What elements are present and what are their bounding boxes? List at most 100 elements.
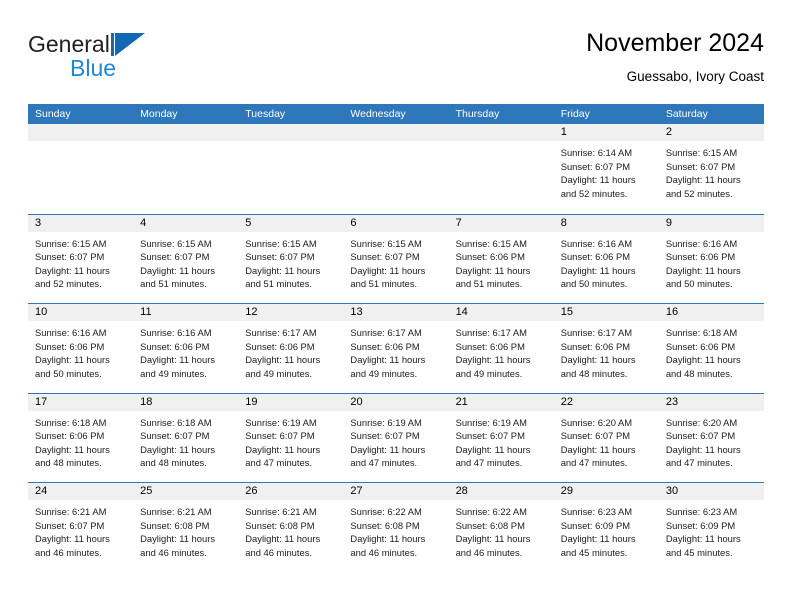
day-info-line: Daylight: 11 hours: [560, 264, 636, 276]
weekday-header-row: Sunday Monday Tuesday Wednesday Thursday Frid…: [28, 104, 764, 124]
day-number: 23: [658, 393, 764, 411]
day-number: 25: [133, 483, 239, 500]
calendar-day-cell[interactable]: 17 Sunrise: 6:18 AM Sunset: 6:06 PM Dayligh…: [28, 393, 134, 482]
day-info-line: Sunrise: 6:17 AM: [245, 327, 317, 338]
weekday-header-saturday: Saturday: [665, 108, 708, 120]
calendar-day-cell[interactable]: 23 Sunrise: 6:20 AM Sunset: 6:07 PM Dayligh…: [658, 393, 764, 482]
calendar-week-row: 3 Sunrise: 6:15 AM Sunset: 6:07 PM Daylight…: [28, 213, 764, 303]
calendar-day-cell[interactable]: 16 Sunrise: 6:18 AM Sunset: 6:06 PM Dayligh…: [658, 304, 764, 393]
day-info-line: Daylight: 11 hours: [455, 264, 531, 276]
day-info-line: and 50 minutes.: [560, 278, 628, 290]
day-info-line: and 52 minutes.: [560, 187, 628, 199]
day-info-line: Sunset: 6:07 PM: [560, 160, 631, 172]
day-number: 24: [28, 483, 134, 500]
brand-logo[interactable]: General Blue: [28, 32, 208, 90]
day-sun-info: Sunrise: 6:19 AM Sunset: 6:07 PM Daylight:…: [238, 411, 343, 470]
calendar-day-cell[interactable]: 25 Sunrise: 6:21 AM Sunset: 6:08 PM Dayligh…: [133, 483, 239, 572]
calendar-day-cell[interactable]: 1 Sunrise: 6:14 AM Sunset: 6:07 PM Daylight…: [553, 124, 659, 214]
calendar-day-cell[interactable]: 7 Sunrise: 6:15 AM Sunset: 6:06 PM Daylight…: [448, 214, 554, 303]
day-info-line: Sunset: 6:07 PM: [140, 430, 210, 442]
day-number: [448, 124, 554, 141]
day-info-line: Daylight: 11 hours: [455, 443, 531, 455]
day-info-line: Sunset: 6:06 PM: [350, 340, 420, 352]
day-info-line: Sunrise: 6:16 AM: [560, 237, 633, 249]
day-sun-info: Sunrise: 6:15 AM Sunset: 6:07 PM Daylight:…: [238, 232, 343, 291]
calendar-day-cell[interactable]: 26 Sunrise: 6:21 AM Sunset: 6:08 PM Dayligh…: [238, 483, 344, 572]
day-info-line: Daylight: 11 hours: [350, 533, 426, 545]
calendar-day-cell[interactable]: 21 Sunrise: 6:19 AM Sunset: 6:07 PM Dayligh…: [448, 393, 554, 482]
day-info-line: Sunset: 6:07 PM: [455, 430, 525, 442]
calendar-day-cell[interactable]: 29 Sunrise: 6:23 AM Sunset: 6:09 PM Dayligh…: [553, 483, 659, 572]
calendar-day-cell[interactable]: 2 Sunrise: 6:15 AM Sunset: 6:07 PM Daylight…: [658, 124, 764, 214]
day-number: 30: [658, 483, 764, 500]
day-info-line: Sunset: 6:06 PM: [35, 340, 105, 352]
page-header: General Blue November 2024 Guessabo, Ivo…: [28, 28, 764, 96]
calendar-day-cell[interactable]: 12 Sunrise: 6:17 AM Sunset: 6:06 PM Dayligh…: [238, 304, 344, 393]
calendar-page: General Blue November 2024 Guessabo, Ivo…: [0, 0, 792, 612]
day-info-line: Sunset: 6:07 PM: [665, 160, 736, 172]
day-info-line: and 51 minutes.: [455, 278, 523, 290]
day-info-line: Daylight: 11 hours: [35, 533, 110, 545]
weekday-header-thursday: Thursday: [455, 108, 500, 120]
day-info-line: and 52 minutes.: [665, 187, 733, 199]
calendar-day-cell[interactable]: 22 Sunrise: 6:20 AM Sunset: 6:07 PM Dayligh…: [553, 393, 659, 482]
calendar-day-cell[interactable]: 13 Sunrise: 6:17 AM Sunset: 6:06 PM Dayligh…: [343, 304, 449, 393]
day-info-line: Sunset: 6:09 PM: [665, 519, 736, 531]
day-info-line: and 45 minutes.: [665, 546, 733, 558]
calendar-day-cell[interactable]: 20 Sunrise: 6:19 AM Sunset: 6:07 PM Dayligh…: [343, 393, 449, 482]
day-info-line: Daylight: 11 hours: [350, 354, 426, 366]
calendar-day-cell-empty: [448, 124, 554, 214]
day-number: 2: [658, 124, 764, 141]
day-number: 4: [133, 214, 239, 232]
calendar-day-cell[interactable]: 27 Sunrise: 6:22 AM Sunset: 6:08 PM Dayligh…: [343, 483, 449, 572]
day-number: 1: [553, 124, 659, 141]
calendar-day-cell[interactable]: 4 Sunrise: 6:15 AM Sunset: 6:07 PM Daylight…: [133, 214, 239, 303]
day-info-line: and 49 minutes.: [350, 367, 418, 379]
day-info-line: Sunrise: 6:15 AM: [350, 237, 422, 249]
calendar-day-cell[interactable]: 28 Sunrise: 6:22 AM Sunset: 6:08 PM Dayligh…: [448, 483, 554, 572]
day-info-line: and 47 minutes.: [245, 457, 312, 469]
day-number: 21: [448, 393, 554, 411]
day-info-line: and 48 minutes.: [35, 457, 102, 469]
day-info-line: and 47 minutes.: [665, 457, 733, 469]
calendar-day-cell-empty: [133, 124, 239, 214]
day-number: 8: [553, 214, 659, 232]
day-number: 10: [28, 304, 134, 321]
day-info-line: and 46 minutes.: [140, 546, 207, 558]
calendar-day-cell[interactable]: 6 Sunrise: 6:15 AM Sunset: 6:07 PM Daylight…: [343, 214, 449, 303]
day-sun-info: Sunrise: 6:16 AM Sunset: 6:06 PM Daylight:…: [659, 232, 764, 291]
day-info-line: Sunrise: 6:18 AM: [35, 416, 107, 428]
calendar-day-cell[interactable]: 15 Sunrise: 6:17 AM Sunset: 6:06 PM Dayligh…: [553, 304, 659, 393]
calendar-day-cell[interactable]: 19 Sunrise: 6:19 AM Sunset: 6:07 PM Dayligh…: [238, 393, 344, 482]
calendar-day-cell[interactable]: 10 Sunrise: 6:16 AM Sunset: 6:06 PM Dayligh…: [28, 304, 134, 393]
day-number: 29: [553, 483, 659, 500]
day-info-line: and 46 minutes.: [455, 546, 523, 558]
calendar-day-cell[interactable]: 14 Sunrise: 6:17 AM Sunset: 6:06 PM Dayligh…: [448, 304, 554, 393]
calendar-day-cell[interactable]: 11 Sunrise: 6:16 AM Sunset: 6:06 PM Dayligh…: [133, 304, 239, 393]
day-sun-info: Sunrise: 6:16 AM Sunset: 6:06 PM Daylight:…: [28, 321, 133, 380]
day-sun-info: Sunrise: 6:20 AM Sunset: 6:07 PM Daylight:…: [554, 411, 659, 470]
calendar-day-cell[interactable]: 8 Sunrise: 6:16 AM Sunset: 6:06 PM Daylight…: [553, 214, 659, 303]
day-info-line: Sunset: 6:07 PM: [350, 251, 420, 263]
calendar-day-cell[interactable]: 3 Sunrise: 6:15 AM Sunset: 6:07 PM Daylight…: [28, 214, 134, 303]
day-info-line: Sunset: 6:06 PM: [35, 430, 105, 442]
weekday-header-sunday: Sunday: [35, 108, 71, 120]
day-info-line: Sunrise: 6:15 AM: [140, 237, 212, 249]
day-sun-info: Sunrise: 6:19 AM Sunset: 6:07 PM Daylight:…: [449, 411, 554, 470]
day-info-line: Daylight: 11 hours: [455, 354, 531, 366]
day-info-line: Daylight: 11 hours: [665, 533, 741, 545]
day-number: 11: [133, 304, 239, 321]
calendar-day-cell[interactable]: 24 Sunrise: 6:21 AM Sunset: 6:07 PM Dayligh…: [28, 483, 134, 572]
day-info-line: Daylight: 11 hours: [560, 443, 636, 455]
day-info-line: Sunrise: 6:21 AM: [245, 506, 317, 517]
calendar-day-cell[interactable]: 5 Sunrise: 6:15 AM Sunset: 6:07 PM Daylight…: [238, 214, 344, 303]
day-number: [343, 124, 449, 141]
day-info-line: Daylight: 11 hours: [350, 443, 426, 455]
day-number: 18: [133, 393, 239, 411]
day-info-line: Daylight: 11 hours: [665, 264, 741, 276]
day-info-line: and 48 minutes.: [560, 367, 628, 379]
calendar-day-cell[interactable]: 18 Sunrise: 6:18 AM Sunset: 6:07 PM Dayligh…: [133, 393, 239, 482]
day-info-line: Sunset: 6:06 PM: [455, 340, 525, 352]
calendar-day-cell[interactable]: 30 Sunrise: 6:23 AM Sunset: 6:09 PM Dayligh…: [658, 483, 764, 572]
calendar-day-cell[interactable]: 9 Sunrise: 6:16 AM Sunset: 6:06 PM Daylight…: [658, 214, 764, 303]
